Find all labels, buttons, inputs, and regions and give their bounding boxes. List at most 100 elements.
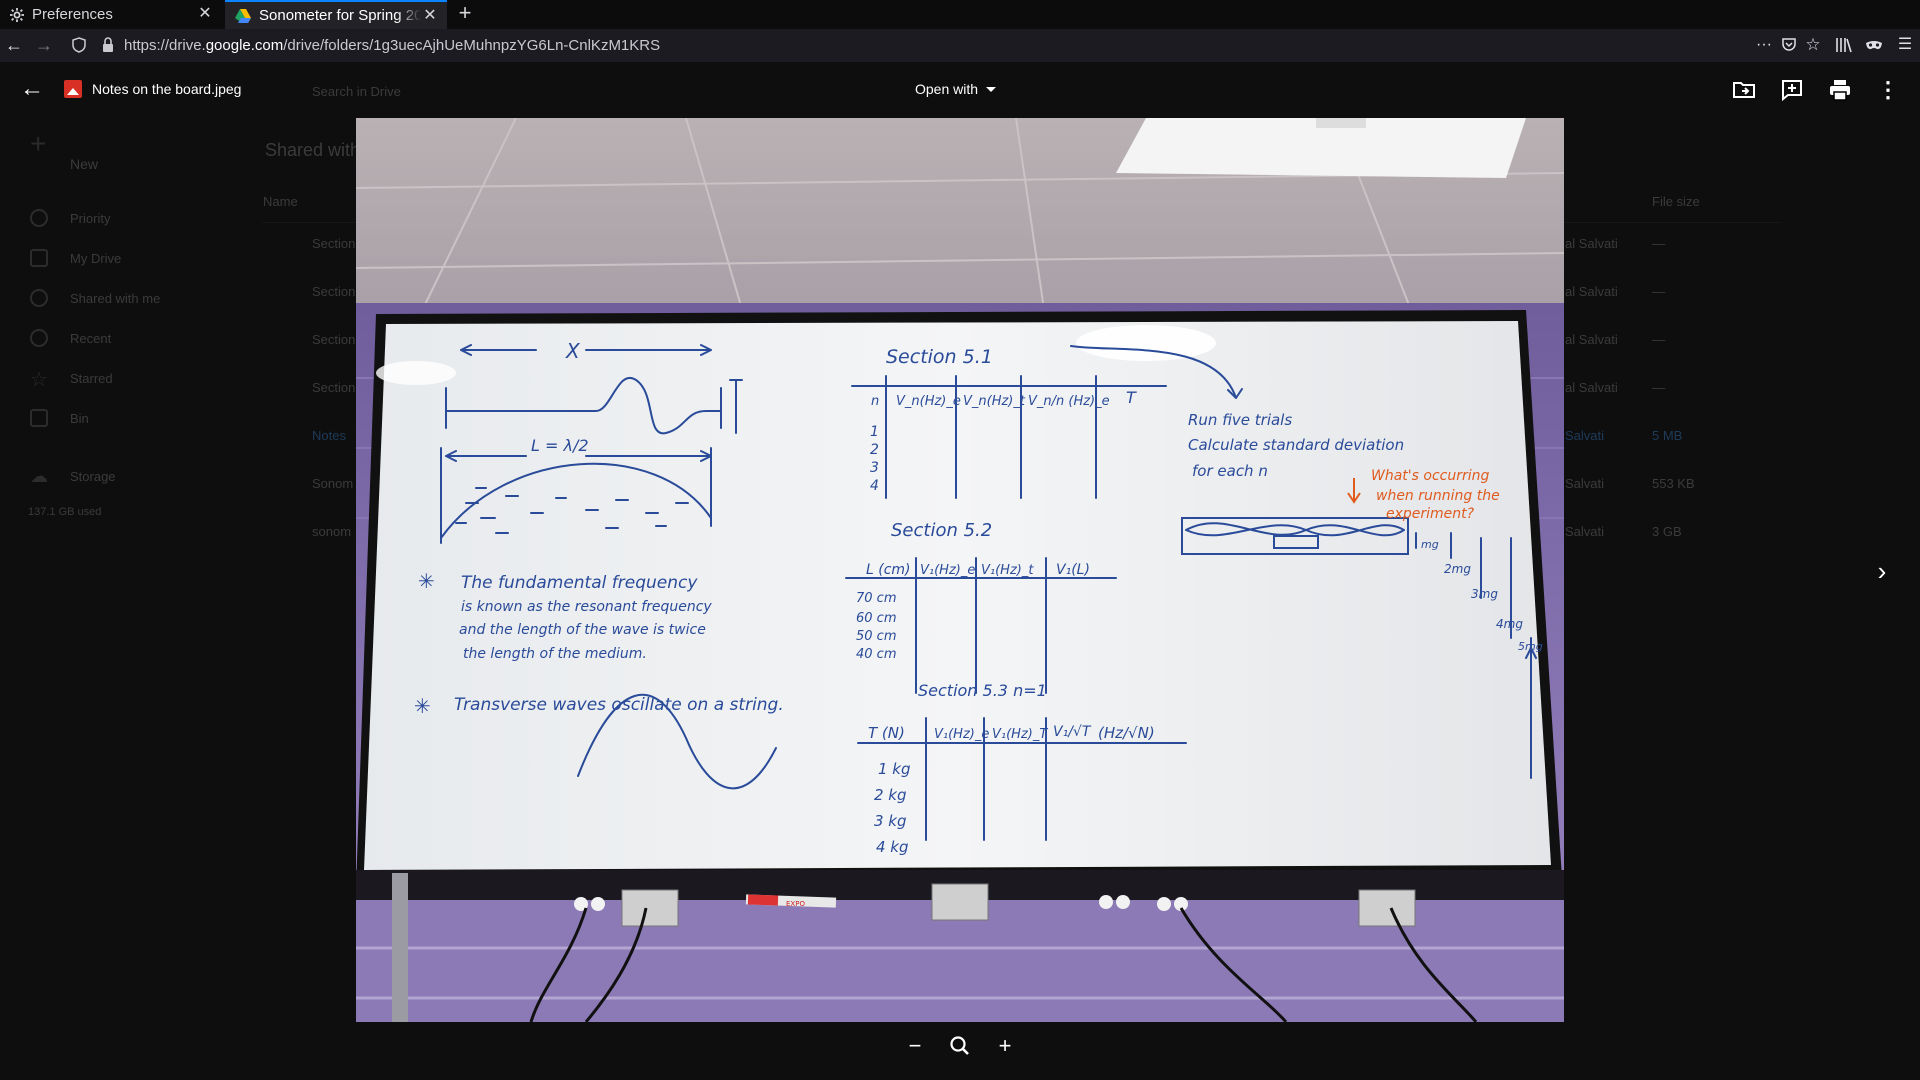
s53-h2: V₁(Hz)_T [992,727,1048,742]
lock-icon[interactable] [102,37,114,53]
s51-row: 1 [870,424,879,440]
nav-my-drive: My Drive [70,251,122,266]
new-button: New [70,156,99,172]
library-icon[interactable] [1835,37,1853,53]
nav-shared: Shared with me [70,291,161,306]
s52-h0: L (cm) [866,562,911,578]
weight-label: 2mg [1444,562,1471,576]
pocket-icon[interactable] [1781,37,1797,53]
row-name: Section [312,284,356,299]
browser-nav-bar: ← → https://drive.google.com/drive/folde… [0,29,1920,62]
close-icon[interactable]: ✕ [421,7,439,25]
image-preview: EXPO X L = λ/2 Section 5.1 n V_n(Hz)_e V… [356,118,1564,1022]
s52-h2: V₁(Hz)_t [981,563,1034,578]
close-icon[interactable]: ✕ [196,5,214,23]
image-file-icon [64,80,82,98]
nav-bin: Bin [70,411,89,426]
caret-down-icon [986,86,997,92]
more-actions-icon[interactable]: ··· [1754,35,1774,55]
tab-preferences[interactable]: Preferences ✕ [0,0,222,29]
s52-row: 50 cm [856,629,897,644]
zoom-in-button[interactable]: + [990,1031,1020,1061]
note-fundamental-line: and the length of the wave is twice [459,622,706,638]
clock-icon [30,329,48,347]
s52-row: 70 cm [856,591,897,606]
browser-tab-bar: Preferences ✕ Sonometer for Spring 20 ✕ … [0,0,1920,29]
drive-icon [235,8,251,23]
column-file-size: File size [1652,194,1700,209]
file-name: Notes on the board.jpeg [92,81,242,97]
url-prefix: https://drive. [124,37,206,54]
back-icon[interactable]: ← [4,35,24,55]
s53-row: 3 kg [874,812,907,830]
s53-row: 1 kg [878,760,911,778]
s51-row: 3 [870,460,879,476]
s51-row: 4 [870,478,879,494]
s52-row: 40 cm [856,647,897,662]
add-comment-icon[interactable] [1780,78,1804,102]
s52-h3: V₁(L) [1056,562,1090,578]
s51-h0: n [871,394,879,409]
menu-icon[interactable]: ☰ [1895,35,1915,55]
move-to-folder-icon[interactable] [1732,78,1756,102]
forward-icon[interactable]: → [34,35,54,55]
nav-priority: Priority [70,211,111,226]
board-section-51: Section 5.1 [886,346,993,368]
board-section-53: Section 5.3 n=1 [918,681,1047,700]
s51-h1: V_n(Hz)_e [896,394,961,409]
note-fundamental-line: the length of the medium. [463,646,647,662]
viewer-header: ← Notes on the board.jpeg Open with ⋮ [0,62,1920,118]
zoom-out-button[interactable]: − [900,1031,930,1061]
weight-label: 5mg [1518,640,1543,653]
row-size: — [1652,236,1665,251]
row-owner: al Salvati [1565,380,1618,395]
zoom-icon[interactable] [945,1031,975,1061]
row-name: Sonom [312,476,354,491]
whiteboard-photo: EXPO X L = λ/2 Section 5.1 n V_n(Hz)_e V… [356,118,1564,1022]
open-with-button[interactable]: Open with [915,81,997,97]
plus-icon: + [30,128,47,159]
back-icon[interactable]: ← [20,77,44,102]
s52-row: 60 cm [856,611,897,626]
s51-h3: V_n/n (Hz)_e [1028,394,1110,409]
orange-note-line: What's occurring [1371,468,1489,484]
marker-label: EXPO [786,900,805,908]
row-size: 553 KB [1652,476,1695,491]
tab-title: Sonometer for Spring 20 [259,7,421,24]
weight-label: mg [1421,538,1439,551]
board-x-label: X [565,339,581,363]
s53-h0: T (N) [868,724,905,742]
url-field[interactable]: https://drive.google.com/drive/folders/1… [124,37,660,54]
storage-label: Storage [70,469,116,484]
my-drive-icon [30,249,48,267]
trash-icon [30,409,48,427]
s51-h2: V_n(Hz)_t [963,394,1026,409]
s53-h1: V₁(Hz)_e [934,727,989,742]
asterisk-icon: ✳ [414,694,431,718]
storage-used: 137.1 GB used [28,506,102,518]
private-mask-icon[interactable] [1865,37,1883,53]
orange-note-line: when running the [1376,488,1500,504]
new-tab-button[interactable]: + [454,2,476,25]
todo-line: for each n [1192,462,1268,480]
todo-line: Run five trials [1188,411,1292,429]
more-options-icon[interactable]: ⋮ [1876,78,1900,102]
row-name: Section [312,236,356,251]
bookmark-star-icon[interactable]: ☆ [1803,35,1823,55]
star-icon: ☆ [30,369,48,391]
s53-h3: V₁/√T [1053,724,1092,740]
row-size: — [1652,332,1665,347]
row-owner: Salvati [1565,524,1605,539]
row-size: 3 GB [1652,524,1682,539]
note-transverse: Transverse waves oscillate on a string. [454,695,784,715]
row-size: 5 MB [1652,428,1683,443]
next-image-button[interactable]: › [1868,558,1896,586]
zoom-controls: − + [900,1030,1020,1062]
print-icon[interactable] [1828,78,1852,102]
tab-sonometer[interactable]: Sonometer for Spring 20 ✕ [225,0,447,29]
todo-line: Calculate standard deviation [1188,436,1404,454]
row-owner: al Salvati [1565,236,1618,251]
row-owner: al Salvati [1565,332,1618,347]
shield-icon[interactable] [72,37,86,53]
row-size: — [1652,284,1665,299]
